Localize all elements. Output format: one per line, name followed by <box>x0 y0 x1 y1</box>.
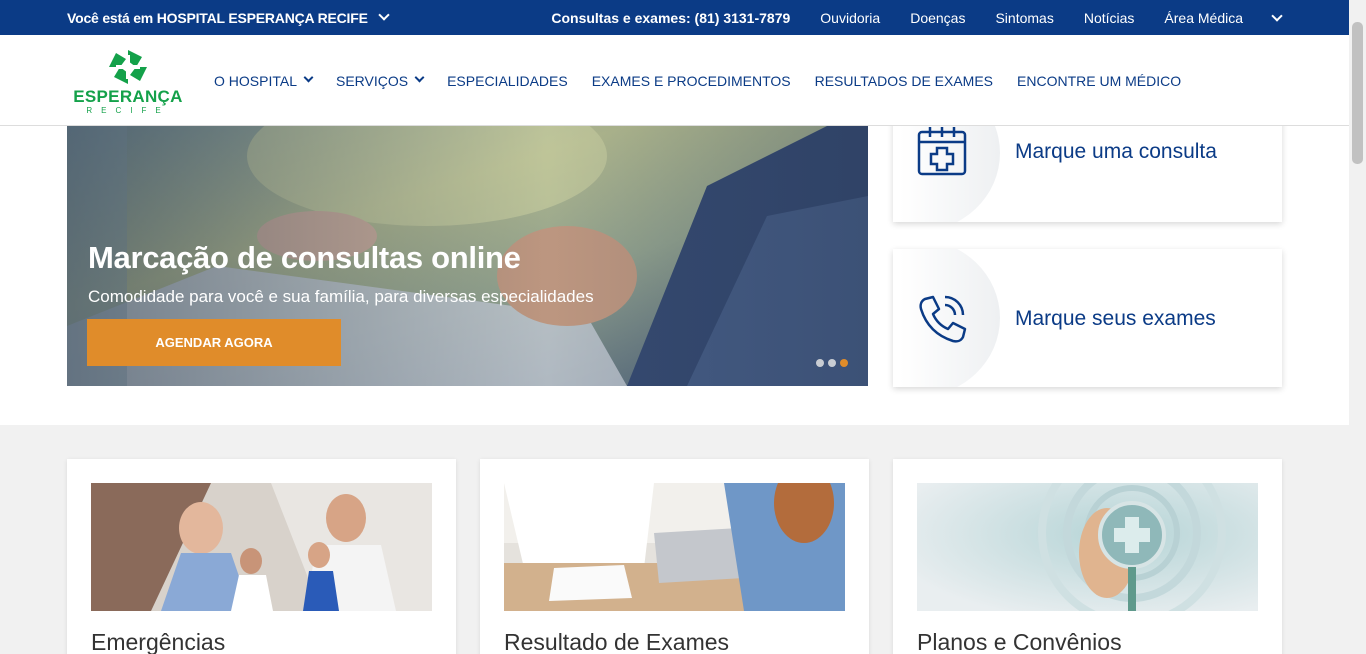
book-exams-card[interactable]: Marque seus exames <box>893 249 1282 387</box>
chevron-down-icon <box>414 72 425 83</box>
emergency-card[interactable]: Emergências <box>67 459 456 654</box>
location-selector[interactable]: Você está em HOSPITAL ESPERANÇA RECIFE <box>67 0 390 35</box>
book-exams-label: Marque seus exames <box>1015 307 1216 330</box>
noticias-link[interactable]: Notícias <box>1084 10 1135 26</box>
nav-item-hospital[interactable]: O HOSPITAL <box>214 72 314 89</box>
services-section: Emergências Resultado de Exames Planos e… <box>0 425 1349 654</box>
hero-title: Marcação de consultas online <box>88 240 521 275</box>
logo-mark-icon <box>109 50 147 84</box>
location-label: Você está em HOSPITAL ESPERANÇA RECIFE <box>67 9 368 26</box>
area-medica-link[interactable]: Área Médica <box>1164 9 1283 26</box>
slider-dot-1[interactable] <box>816 359 824 367</box>
nav-label: SERVIÇOS <box>335 72 409 89</box>
exam-results-image <box>504 483 845 611</box>
phone-link[interactable]: Consultas e exames: (81) 3131-7879 <box>551 10 790 26</box>
chevron-down-icon <box>378 8 390 21</box>
health-plans-card[interactable]: Planos e Convênios <box>893 459 1282 654</box>
slider-dot-3[interactable] <box>840 359 848 367</box>
exam-results-title: Resultado de Exames <box>504 629 730 654</box>
exam-results-card[interactable]: Resultado de Exames <box>480 459 869 654</box>
schedule-now-button[interactable]: AGENDAR AGORA <box>87 319 341 366</box>
area-medica-label: Área Médica <box>1164 9 1243 26</box>
slider-dot-2[interactable] <box>828 359 836 367</box>
nav-item-especialidades[interactable]: ESPECIALIDADES <box>447 73 568 89</box>
doencas-link[interactable]: Doenças <box>910 10 965 26</box>
logo-name: ESPERANÇA <box>73 87 183 106</box>
health-plans-title: Planos e Convênios <box>917 629 1122 654</box>
phone-ringing-icon <box>919 295 967 343</box>
book-appointment-label: Marque uma consulta <box>1015 140 1217 163</box>
slider-dots <box>816 359 848 367</box>
main-header: ESPERANÇA RECIFE O HOSPITAL SERVIÇOS ESP… <box>0 35 1349 126</box>
logo-sub: RECIFE <box>86 106 170 115</box>
nav-item-resultados[interactable]: RESULTADOS DE EXAMES <box>815 73 993 89</box>
hero-banner: Marcação de consultas online Comodidade … <box>67 126 868 386</box>
emergency-image <box>91 483 432 611</box>
nav-item-exames[interactable]: EXAMES E PROCEDIMENTOS <box>592 73 791 89</box>
emergency-title: Emergências <box>91 629 226 654</box>
sintomas-link[interactable]: Sintomas <box>995 10 1053 26</box>
chevron-down-icon <box>1271 9 1283 22</box>
logo[interactable]: ESPERANÇA RECIFE <box>72 47 184 115</box>
calendar-plus-icon <box>917 127 967 176</box>
hero-subtitle: Comodidade para você e sua família, para… <box>88 287 594 306</box>
main-nav: O HOSPITAL SERVIÇOS ESPECIALIDADES EXAME… <box>214 35 1205 126</box>
scrollbar-thumb[interactable] <box>1352 22 1363 164</box>
top-bar: Você está em HOSPITAL ESPERANÇA RECIFE C… <box>0 0 1349 35</box>
nav-item-servicos[interactable]: SERVIÇOS <box>335 72 425 89</box>
ouvidoria-link[interactable]: Ouvidoria <box>820 10 880 26</box>
nav-item-encontre-medico[interactable]: ENCONTRE UM MÉDICO <box>1017 73 1181 89</box>
page-scrollbar[interactable] <box>1349 0 1366 654</box>
top-links: Consultas e exames: (81) 3131-7879 Ouvid… <box>551 0 1283 35</box>
health-plans-image <box>917 483 1258 611</box>
nav-label: O HOSPITAL <box>214 72 297 89</box>
chevron-down-icon <box>303 72 314 83</box>
